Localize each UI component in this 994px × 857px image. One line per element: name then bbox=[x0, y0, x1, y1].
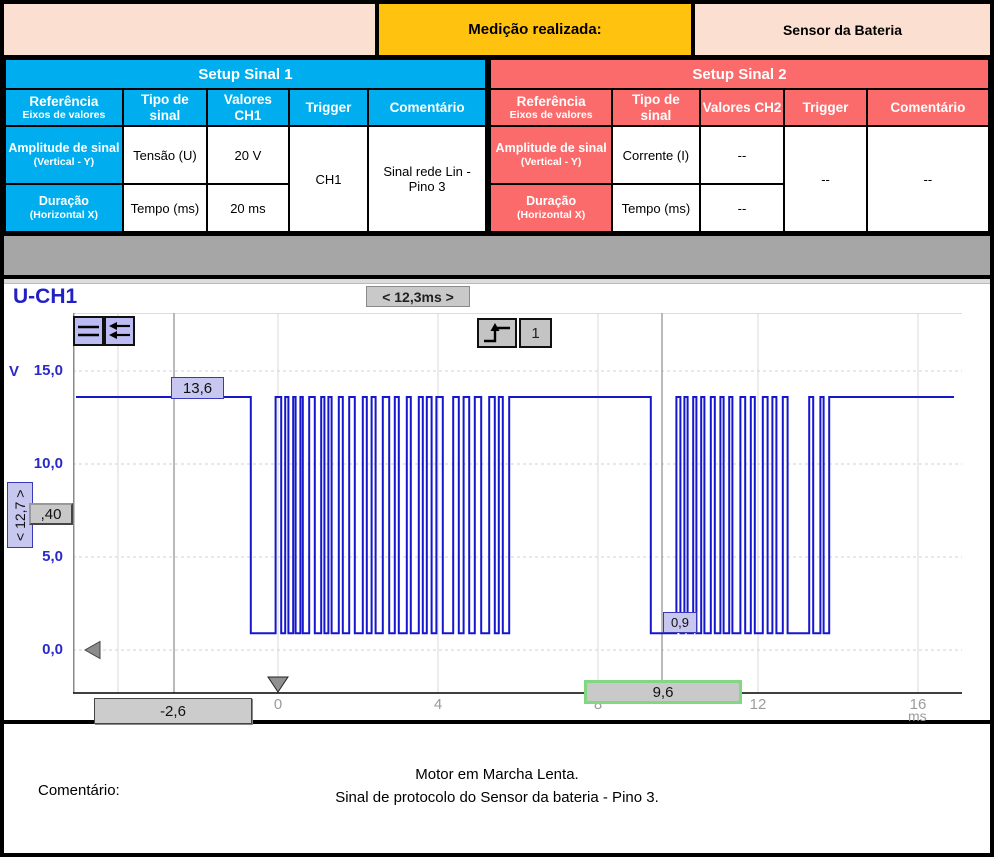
setup1-duracao-valor: 20 ms bbox=[207, 184, 289, 232]
rising-edge-icon bbox=[480, 321, 514, 345]
setup1-amplitude-tipo: Tensão (U) bbox=[123, 126, 207, 184]
cursor-delta-time-readout[interactable]: < 12,3ms > bbox=[366, 286, 470, 307]
trigger-edge-button[interactable] bbox=[477, 318, 517, 348]
setup1-amplitude-valor: 20 V bbox=[207, 126, 289, 184]
y-tick-label: 5,0 bbox=[25, 548, 63, 565]
y-tick-label: 10,0 bbox=[25, 455, 63, 472]
scroll-left-button[interactable] bbox=[104, 316, 135, 346]
setup1-duracao-header: Duração(Horizontal X) bbox=[5, 184, 123, 232]
setup2-duracao-header: Duração(Horizontal X) bbox=[490, 184, 612, 232]
vertical-offset-handle[interactable]: ,40 bbox=[29, 503, 73, 525]
comment-section: Comentário: Motor em Marcha Lenta. Sinal… bbox=[4, 724, 990, 854]
waveform-plot bbox=[73, 313, 962, 697]
x-tick-label: 4 bbox=[425, 696, 451, 713]
setup2-amplitude-tipo: Corrente (I) bbox=[612, 126, 699, 184]
setup2-title: Setup Sinal 2 bbox=[490, 59, 989, 89]
setup2-duracao-tipo: Tempo (ms) bbox=[612, 184, 699, 232]
setup1-col-referencia: ReferênciaEixos de valores bbox=[5, 89, 123, 126]
setup2-comentario-value: -- bbox=[867, 126, 989, 232]
trigger-position-marker-icon[interactable] bbox=[268, 677, 288, 692]
comment-text: Motor em Marcha Lenta. Sinal de protocol… bbox=[4, 764, 990, 809]
trigger-channel-number: 1 bbox=[531, 325, 539, 342]
oscilloscope-panel: U-CH1 < 12,3ms > 1 bbox=[4, 284, 990, 724]
cursor2-voltage-readout[interactable]: 0,9 bbox=[663, 612, 697, 633]
measurement-label: Medição realizada: bbox=[375, 4, 695, 55]
setup-signal-1-table: Setup Sinal 1 ReferênciaEixos de valores… bbox=[4, 58, 487, 233]
measurement-value: Sensor da Bateria bbox=[695, 4, 990, 55]
x-axis-unit: ms bbox=[908, 708, 927, 724]
setup-tables: Setup Sinal 1 ReferênciaEixos de valores… bbox=[4, 58, 990, 233]
setup2-amplitude-valor: -- bbox=[700, 126, 785, 184]
cursor1-voltage-readout[interactable]: 13,6 bbox=[171, 377, 224, 399]
channel-label: U-CH1 bbox=[13, 285, 77, 309]
horizontal-lines-icon bbox=[76, 319, 101, 343]
setup2-col-tipo: Tipo de sinal bbox=[612, 89, 699, 126]
header-blank-cell bbox=[4, 4, 375, 55]
setup2-col-comentario: Comentário bbox=[867, 89, 989, 126]
setup-signal-2-table: Setup Sinal 2 ReferênciaEixos de valores… bbox=[489, 58, 990, 233]
setup2-col-trigger: Trigger bbox=[784, 89, 866, 126]
x-tick-label: 12 bbox=[745, 696, 771, 713]
setup2-trigger-value: -- bbox=[784, 126, 866, 232]
setup1-amplitude-header: Amplitude de sinal(Vertical - Y) bbox=[5, 126, 123, 184]
y-tick-label: 15,0 bbox=[25, 362, 63, 379]
setup1-trigger-value: CH1 bbox=[289, 126, 368, 232]
x-tick-label: 0 bbox=[265, 696, 291, 713]
cursor1-time-readout[interactable]: -2,6 bbox=[94, 698, 252, 724]
setup2-duracao-valor: -- bbox=[700, 184, 785, 232]
setup1-comentario-value: Sinal rede Lin -Pino 3 bbox=[368, 126, 486, 232]
trigger-channel-button[interactable]: 1 bbox=[519, 318, 552, 348]
setup2-amplitude-header: Amplitude de sinal(Vertical - Y) bbox=[490, 126, 612, 184]
y-tick-label: 0,0 bbox=[25, 641, 63, 658]
setup1-col-valores: Valores CH1 bbox=[207, 89, 289, 126]
setup2-col-valores: Valores CH2 bbox=[700, 89, 785, 126]
report-header: Medição realizada: Sensor da Bateria bbox=[4, 4, 990, 58]
setup1-title: Setup Sinal 1 bbox=[5, 59, 486, 89]
divider-band bbox=[4, 233, 990, 279]
ground-level-marker-icon[interactable] bbox=[85, 642, 100, 659]
setup1-col-tipo: Tipo de sinal bbox=[123, 89, 207, 126]
y-axis-unit: V bbox=[9, 363, 19, 380]
setup1-col-trigger: Trigger bbox=[289, 89, 368, 126]
channel1-trace bbox=[76, 397, 954, 633]
measurement-report: Medição realizada: Sensor da Bateria Set… bbox=[0, 0, 994, 857]
double-left-arrow-icon bbox=[107, 319, 132, 343]
cursor2-time-readout[interactable]: 9,6 bbox=[584, 680, 742, 704]
channel-lines-button[interactable] bbox=[73, 316, 104, 346]
setup1-col-comentario: Comentário bbox=[368, 89, 486, 126]
setup1-duracao-tipo: Tempo (ms) bbox=[123, 184, 207, 232]
setup2-col-referencia: ReferênciaEixos de valores bbox=[490, 89, 612, 126]
